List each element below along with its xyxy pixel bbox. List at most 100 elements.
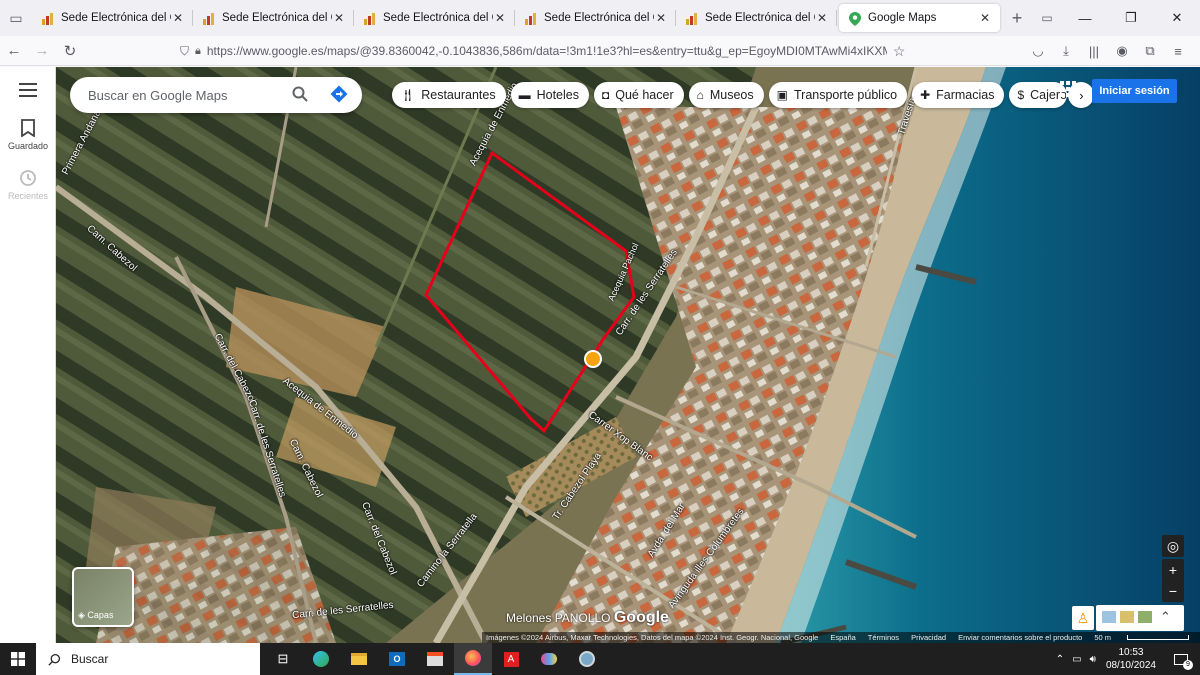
scale-bar[interactable]: 50 m [1094,633,1200,642]
train-icon: ▣ [776,88,788,102]
chip-cajeros[interactable]: $Cajeros [1009,82,1068,108]
library-icon[interactable]: ||| [1080,37,1108,65]
network-icon[interactable]: ▭ [1072,654,1081,665]
recent-button[interactable]: Recientes [0,169,56,201]
browser-tab[interactable]: Sede Electrónica del Catastro✕ [515,0,676,36]
downloads-icon[interactable]: ⤓ [1052,37,1080,65]
edge-icon[interactable] [302,643,340,675]
shield-icon[interactable]: ⛉ [180,44,189,59]
extensions-icon[interactable]: ⧉ [1136,37,1164,65]
clock[interactable]: 10:53 08/10/2024 [1106,646,1156,672]
reload-button[interactable]: ↻ [56,37,84,65]
my-location-icon[interactable]: ◎ [1162,535,1184,557]
close-tab-icon[interactable]: ✕ [171,11,185,25]
task-view-icon[interactable]: ⊟ [264,643,302,675]
catastro-icon [525,12,538,25]
thumb-icon[interactable] [1120,611,1134,623]
paint-icon[interactable] [530,643,568,675]
browser-tab[interactable]: Sede Electrónica del Catastro✕ [676,0,837,36]
close-tab-icon[interactable]: ✕ [332,11,346,25]
acrobat-icon[interactable]: A [492,643,530,675]
pegman-icon[interactable]: ♙ [1072,606,1094,630]
search-icon[interactable] [292,86,308,105]
windows-start-icon[interactable] [0,652,36,666]
zoom-in-button[interactable]: + [1162,559,1184,581]
lock-icon[interactable]: 🔒︎ [195,45,201,58]
layers-button[interactable]: ◈ Capas [72,567,134,627]
close-tab-icon[interactable]: ✕ [493,11,507,25]
atm-icon: $ [1017,88,1025,102]
navigation-bar: ← → ↻ ⛉ 🔒︎ https://www.google.es/maps/@3… [0,36,1200,66]
close-window-button[interactable]: ✕ [1154,0,1200,36]
category-chips: 🍴︎ Restaurantes ▬ Hoteles ◘ Qué hacer ⌂ Muse… [392,82,1095,108]
tab-view-icon[interactable]: ▭ [1032,11,1062,25]
minimize-button[interactable]: — [1062,0,1108,36]
chip-farmacias[interactable]: ✚ Farmacias [912,82,1005,108]
clock-time: 10:53 [1118,647,1144,658]
chip-que-hacer[interactable]: ◘ Qué hacer [593,82,684,108]
tab-list-icon[interactable]: ▭ [0,0,32,36]
maps-side-rail: Guardado Recientes [0,67,56,643]
close-tab-icon[interactable]: ✕ [815,11,829,25]
layers-icon: ◈ [78,610,88,620]
menu-icon[interactable]: ≡ [1164,37,1192,65]
browser-tab[interactable]: Google Maps ✕ [839,4,1000,32]
maximize-button[interactable]: ❐ [1108,0,1154,36]
notifications-icon[interactable]: 9 [1170,649,1193,670]
clock-date: 08/10/2024 [1105,660,1156,671]
new-tab-button[interactable]: + [1002,8,1032,29]
file-explorer-icon[interactable] [340,643,378,675]
outlook-icon[interactable]: O [378,643,416,675]
firefox-icon[interactable] [454,643,492,675]
taskbar-search[interactable]: Buscar [36,643,260,675]
forward-button[interactable]: → [28,37,56,65]
close-tab-icon[interactable]: ✕ [654,11,668,25]
country-link[interactable]: España [830,633,855,642]
chevron-up-icon[interactable]: ⌃ [1056,654,1064,665]
volume-icon[interactable]: 🔊︎ [1090,654,1096,665]
taskbar: Buscar ⊟ O A ⌃ ▭ 🔊︎ 10:53 08/10/2024 9 [0,643,1200,675]
map-watermark: Melones PANOLLO Google [506,609,669,626]
app-icon[interactable] [568,643,606,675]
browser-tab[interactable]: Sede Electrónica del Catastro✕ [354,0,515,36]
chip-museos[interactable]: ⌂ Museos [688,82,764,108]
browser-tab[interactable]: Sede Electrónica del Catastro✕ [193,0,354,36]
location-marker-icon[interactable] [584,350,602,368]
zoom-out-button[interactable]: − [1162,580,1184,602]
map-canvas[interactable]: Cam. Cabezol Carr. del Cabezol Carr. de … [56,67,1200,643]
search-input[interactable] [88,87,292,103]
back-button[interactable]: ← [0,37,28,65]
hamburger-icon[interactable] [0,83,56,97]
store-icon[interactable] [416,643,454,675]
tab-title: Sede Electrónica del Catastro [544,12,654,24]
imagery-thumbnails[interactable]: ⌃ [1096,605,1184,631]
search-box[interactable] [70,77,362,113]
sign-in-button[interactable]: Iniciar sesión [1092,79,1177,103]
chip-transporte-publico[interactable]: ▣ Transporte público [768,82,908,108]
thumb-icon[interactable] [1138,611,1152,623]
layers-label: Capas [87,610,114,620]
recent-label: Recientes [7,191,49,201]
imagery-credit: Imágenes ©2024 Airbus, Maxar Technologie… [486,633,819,642]
browser-tab[interactable]: Sede Electrónica del Catastro✕ [32,0,193,36]
saved-button[interactable]: Guardado [0,119,56,151]
thumb-icon[interactable] [1102,611,1116,623]
url-text[interactable]: https://www.google.es/maps/@39.8360042,-… [207,44,887,58]
chip-hoteles[interactable]: ▬ Hoteles [510,82,589,108]
google-apps-icon[interactable] [1060,81,1080,101]
chip-restaurantes[interactable]: 🍴︎ Restaurantes [392,82,506,108]
expand-icon[interactable]: ⌃ [1160,609,1171,625]
bookmark-star-icon[interactable]: ☆ [893,43,906,60]
satellite-imagery[interactable] [56,67,1200,643]
terms-link[interactable]: Términos [868,633,899,642]
close-tab-icon[interactable]: ✕ [978,11,992,25]
fork-knife-icon: 🍴︎ [400,88,416,102]
search-icon [48,653,61,666]
privacy-link[interactable]: Privacidad [911,633,946,642]
directions-icon[interactable] [330,85,348,106]
system-tray: ⌃ ▭ 🔊︎ 10:53 08/10/2024 9 [1056,643,1200,675]
feedback-link[interactable]: Enviar comentarios sobre el producto [958,633,1082,642]
account-icon[interactable]: ◉ [1108,37,1136,65]
pocket-icon[interactable]: ◡ [1024,37,1052,65]
url-bar[interactable]: ⛉ 🔒︎ https://www.google.es/maps/@39.8360… [180,39,940,63]
